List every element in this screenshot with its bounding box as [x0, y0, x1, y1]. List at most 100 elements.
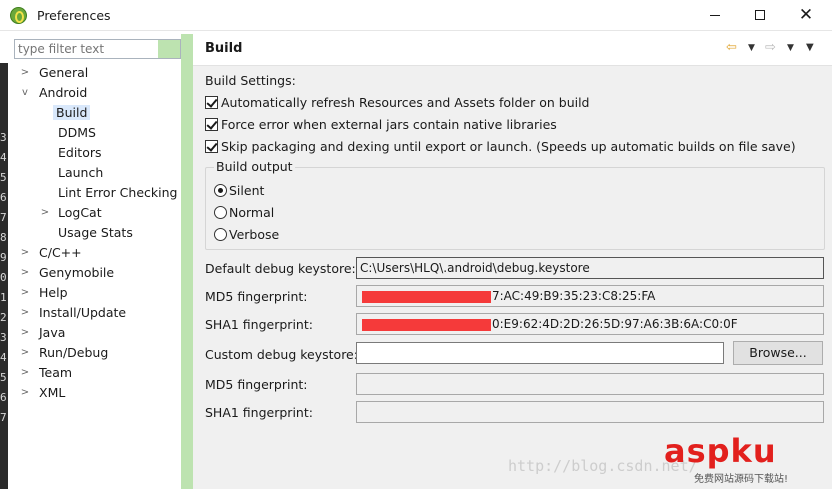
line-number: 4	[0, 151, 7, 164]
line-number: 8	[0, 231, 7, 244]
custom-md5-field	[356, 373, 824, 395]
chevron-right-icon[interactable]: >	[20, 243, 30, 263]
verbose-radio[interactable]	[214, 228, 227, 241]
sha1-label: SHA1 fingerprint:	[205, 317, 313, 332]
force-error-label[interactable]: Force error when external jars contain n…	[221, 117, 557, 132]
close-button[interactable]: ✕	[783, 0, 829, 31]
tree-item-label: C/C++	[39, 245, 82, 260]
chevron-right-icon[interactable]: >	[20, 363, 30, 383]
normal-radio[interactable]	[214, 206, 227, 219]
line-number: 6	[0, 191, 7, 204]
page-header: Build ⇦ ▼ ⇨ ▼ ▼	[193, 32, 832, 65]
chevron-right-icon[interactable]: >	[20, 263, 30, 283]
minimize-icon	[710, 15, 720, 16]
chevron-right-icon[interactable]: >	[20, 323, 30, 343]
background-editor-strip: 3 4 5 6 7 8 9 0 1 2 3 4 5 6 7	[0, 63, 8, 489]
line-number: 5	[0, 171, 7, 184]
aspku-tagline: 免费网站源码下载站!	[694, 474, 789, 485]
tree-item-label: Team	[39, 365, 73, 380]
force-error-checkbox[interactable]	[205, 118, 218, 131]
tree-item-label: Android	[39, 85, 88, 100]
skip-packaging-checkbox[interactable]	[205, 140, 218, 153]
minimize-button[interactable]	[692, 0, 738, 31]
auto-refresh-checkbox[interactable]	[205, 96, 218, 109]
build-output-group: Build output Silent Normal Verbose	[205, 159, 825, 250]
title-bar: Preferences ✕	[0, 0, 832, 31]
line-number: 9	[0, 251, 7, 264]
chevron-down-icon[interactable]: v	[20, 83, 30, 103]
line-number: 6	[0, 391, 7, 404]
forward-arrow-icon[interactable]: ⇨	[765, 40, 776, 56]
filter-input[interactable]	[15, 40, 155, 58]
md5-value: 7:AC:49:B9:35:23:C8:25:FA	[492, 289, 656, 303]
tree-item-label: DDMS	[58, 125, 96, 140]
tree-item-label: Usage Stats	[58, 225, 133, 240]
tree-item-label: LogCat	[58, 205, 102, 220]
aspku-logo: aspku	[664, 432, 777, 470]
tree-item-build[interactable]: Build	[53, 103, 91, 123]
silent-radio[interactable]	[214, 184, 227, 197]
tree-item-label: Editors	[58, 145, 102, 160]
tree-item-usage-stats[interactable]: Usage Stats	[58, 223, 133, 243]
preference-tree: > General v Android Build DDMS Editors L…	[8, 63, 180, 489]
tree-item-label: Genymobile	[39, 265, 115, 280]
redaction-mark	[362, 290, 491, 303]
line-number: 5	[0, 371, 7, 384]
custom-sha1-field	[356, 401, 824, 423]
filter-clear-button[interactable]	[158, 40, 180, 58]
chevron-right-icon[interactable]: >	[40, 203, 50, 223]
view-menu-icon[interactable]: ▼	[806, 40, 814, 56]
close-icon: ✕	[798, 5, 814, 25]
skip-packaging-label[interactable]: Skip packaging and dexing until export o…	[221, 139, 796, 154]
chevron-right-icon[interactable]: >	[20, 343, 30, 363]
default-keystore-label: Default debug keystore:	[205, 261, 356, 276]
chevron-right-icon[interactable]: >	[20, 63, 30, 83]
tree-item-editors[interactable]: Editors	[58, 143, 102, 163]
normal-label[interactable]: Normal	[229, 205, 274, 220]
tree-item-label: Lint Error Checking	[58, 185, 178, 200]
header-divider	[193, 65, 832, 66]
verbose-label[interactable]: Verbose	[229, 227, 279, 242]
tree-item-label: XML	[39, 385, 66, 400]
auto-refresh-label[interactable]: Automatically refresh Resources and Asse…	[221, 95, 590, 110]
back-dropdown-icon[interactable]: ▼	[748, 40, 755, 56]
line-number: 7	[0, 211, 7, 224]
window-title: Preferences	[37, 8, 111, 23]
preference-page: Build ⇦ ▼ ⇨ ▼ ▼ Build Settings: Automati…	[193, 32, 832, 489]
tree-item-label: Build	[53, 105, 91, 120]
redaction-mark	[362, 318, 491, 331]
line-number: 1	[0, 291, 7, 304]
pane-sash[interactable]	[181, 34, 193, 489]
sha1-value: 0:E9:62:4D:2D:26:5D:97:A6:3B:6A:C0:0F	[492, 317, 738, 331]
forward-dropdown-icon[interactable]: ▼	[787, 40, 794, 56]
custom-keystore-label: Custom debug keystore:	[205, 347, 358, 362]
chevron-right-icon[interactable]: >	[20, 283, 30, 303]
tree-item-lint-error-checking[interactable]: Lint Error Checking	[58, 183, 177, 203]
line-number: 0	[0, 271, 7, 284]
custom-sha1-label: SHA1 fingerprint:	[205, 405, 313, 420]
tree-item-ddms[interactable]: DDMS	[58, 123, 96, 143]
maximize-icon	[755, 10, 765, 20]
md5-label: MD5 fingerprint:	[205, 289, 308, 304]
build-settings-label: Build Settings:	[205, 73, 296, 88]
build-output-title: Build output	[214, 159, 295, 174]
browse-button[interactable]: Browse...	[733, 341, 823, 365]
default-keystore-field: C:\Users\HLQ\.android\debug.keystore	[356, 257, 824, 279]
tree-item-launch[interactable]: Launch	[58, 163, 103, 183]
md5-field: 7:AC:49:B9:35:23:C8:25:FA	[356, 285, 824, 307]
silent-label[interactable]: Silent	[229, 183, 264, 198]
app-icon	[10, 7, 27, 24]
tree-item-label: Java	[39, 325, 66, 340]
custom-keystore-input[interactable]	[356, 342, 724, 364]
tree-item-label: Install/Update	[39, 305, 127, 320]
sha1-field: 0:E9:62:4D:2D:26:5D:97:A6:3B:6A:C0:0F	[356, 313, 824, 335]
chevron-right-icon[interactable]: >	[20, 383, 30, 403]
tree-item-label: Launch	[58, 165, 104, 180]
page-title: Build	[205, 41, 243, 56]
line-number: 3	[0, 131, 7, 144]
line-number: 2	[0, 311, 7, 324]
chevron-right-icon[interactable]: >	[20, 303, 30, 323]
maximize-button[interactable]	[737, 0, 783, 31]
tree-item-label: Help	[39, 285, 68, 300]
back-arrow-icon[interactable]: ⇦	[726, 40, 737, 56]
